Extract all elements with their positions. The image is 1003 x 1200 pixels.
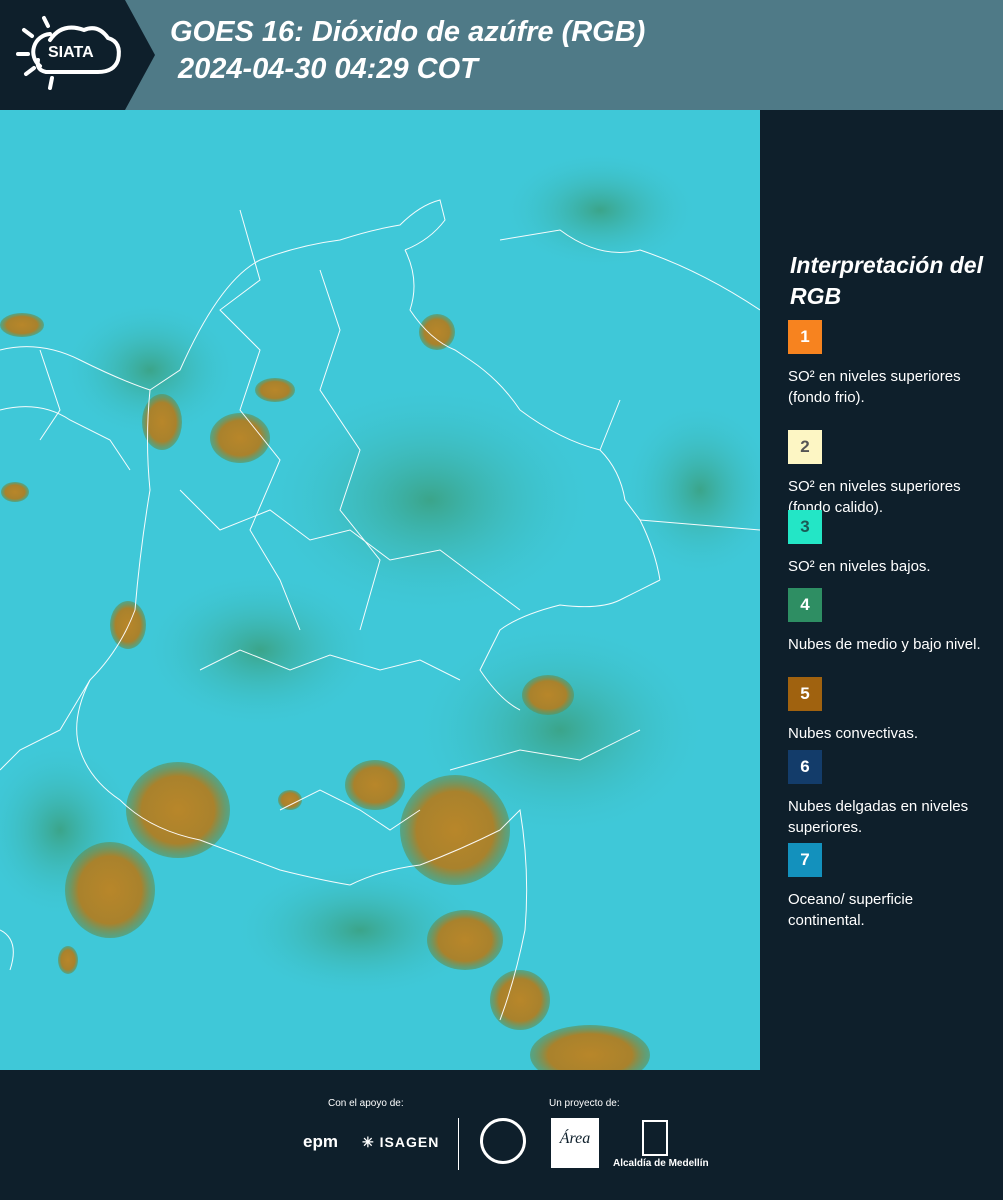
support-label: Con el apoyo de: <box>328 1098 404 1109</box>
isagen-logo: ✳ ISAGEN <box>362 1134 439 1151</box>
logo-text: SIATA <box>48 44 94 61</box>
satellite-map <box>0 110 760 1070</box>
legend-item-7: 7 Oceano/ superficie continental. <box>788 843 988 931</box>
legend-swatch: 1 <box>788 320 822 354</box>
epm-logo: epm <box>303 1132 338 1151</box>
area-logo-text: Área <box>559 1130 591 1147</box>
legend-swatch: 2 <box>788 430 822 464</box>
legend-label: SO² en niveles bajos. <box>788 558 931 575</box>
legend-item-3: 3 SO² en niveles bajos. <box>788 510 988 577</box>
legend-item-4: 4 Nubes de medio y bajo nivel. <box>788 588 988 655</box>
legend-title: Interpretación del RGB <box>790 252 983 309</box>
area-metropolitana-logo: Área <box>551 1118 599 1168</box>
alcaldia-shield-icon <box>642 1120 668 1156</box>
legend-label: Nubes convectivas. <box>788 725 919 742</box>
legend-item-1: 1 SO² en niveles superiores (fondo frio). <box>788 320 988 408</box>
legend-swatch: 5 <box>788 677 822 711</box>
legend-label: Nubes delgadas en niveles superiores. <box>788 798 969 836</box>
isagen-icon: ✳ <box>362 1134 375 1150</box>
legend-swatch: 7 <box>788 843 822 877</box>
legend-label: SO² en niveles superiores (fondo frio). <box>788 368 961 406</box>
legend-panel: Interpretación del RGB 1 SO² en niveles s… <box>760 110 1003 1070</box>
title-line-2: 2024-04-30 04:29 COT <box>178 53 478 85</box>
legend-swatch: 6 <box>788 750 822 784</box>
title-line-1: GOES 16: Dióxido de azúfre (RGB) <box>170 16 646 48</box>
medellin-seal-icon <box>480 1118 526 1164</box>
legend-swatch: 4 <box>788 588 822 622</box>
project-label: Un proyecto de: <box>549 1098 620 1109</box>
legend-item-5: 5 Nubes convectivas. <box>788 677 988 744</box>
legend-swatch: 3 <box>788 510 822 544</box>
siata-logo: SIATA <box>0 0 155 110</box>
legend-label: Nubes de medio y bajo nivel. <box>788 636 981 653</box>
alcaldia-label: Alcaldía de Medellín <box>613 1158 709 1169</box>
legend-label: Oceano/ superficie continental. <box>788 891 914 929</box>
footer-divider <box>458 1118 459 1170</box>
page-title: GOES 16: Dióxido de azúfre (RGB) 2024-04… <box>170 14 645 88</box>
header-bar: SIATA GOES 16: Dióxido de azúfre (RGB) 2… <box>0 0 1003 110</box>
satellite-image <box>0 110 760 1070</box>
legend-item-6: 6 Nubes delgadas en niveles superiores. <box>788 750 988 838</box>
footer: Con el apoyo de: Un proyecto de: epm ✳ I… <box>0 1070 1003 1200</box>
isagen-label: ISAGEN <box>379 1134 440 1150</box>
legend-item-2: 2 SO² en niveles superiores (fondo calido… <box>788 430 988 518</box>
